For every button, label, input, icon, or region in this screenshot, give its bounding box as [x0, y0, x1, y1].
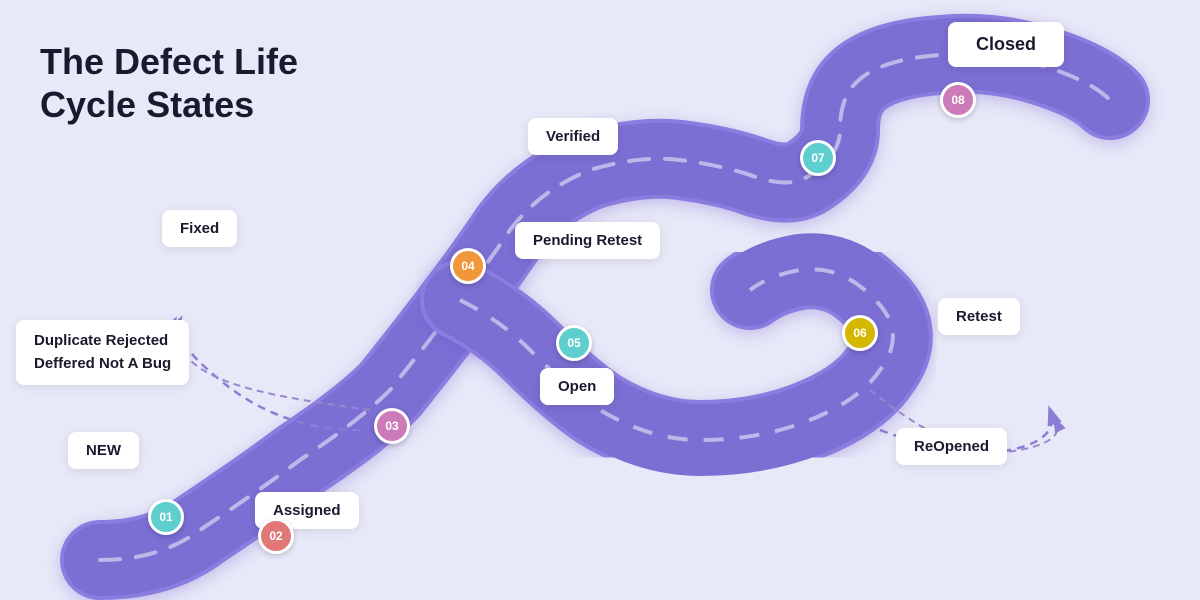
step-07: 07: [800, 140, 836, 176]
step-03: 03: [374, 408, 410, 444]
label-retest: Retest: [938, 298, 1020, 335]
step-08: 08: [940, 82, 976, 118]
title-line1: The Defect Life: [40, 41, 298, 82]
step-01: 01: [148, 499, 184, 535]
step-02: 02: [258, 518, 294, 554]
step-06: 06: [842, 315, 878, 351]
page-title: The Defect Life Cycle States: [40, 40, 298, 126]
label-duplicate: Duplicate RejectedDeffered Not A Bug: [16, 320, 189, 385]
step-05: 05: [556, 325, 592, 361]
label-fixed: Fixed: [162, 210, 237, 247]
step-04: 04: [450, 248, 486, 284]
label-open: Open: [540, 368, 614, 405]
label-reopened: ReOpened: [896, 428, 1007, 465]
label-verified: Verified: [528, 118, 618, 155]
label-closed: Closed: [948, 22, 1064, 67]
title-line2: Cycle States: [40, 84, 254, 125]
label-new: NEW: [68, 432, 139, 469]
main-container: The Defect Life Cycle States: [0, 0, 1200, 600]
label-pending-retest: Pending Retest: [515, 222, 660, 259]
